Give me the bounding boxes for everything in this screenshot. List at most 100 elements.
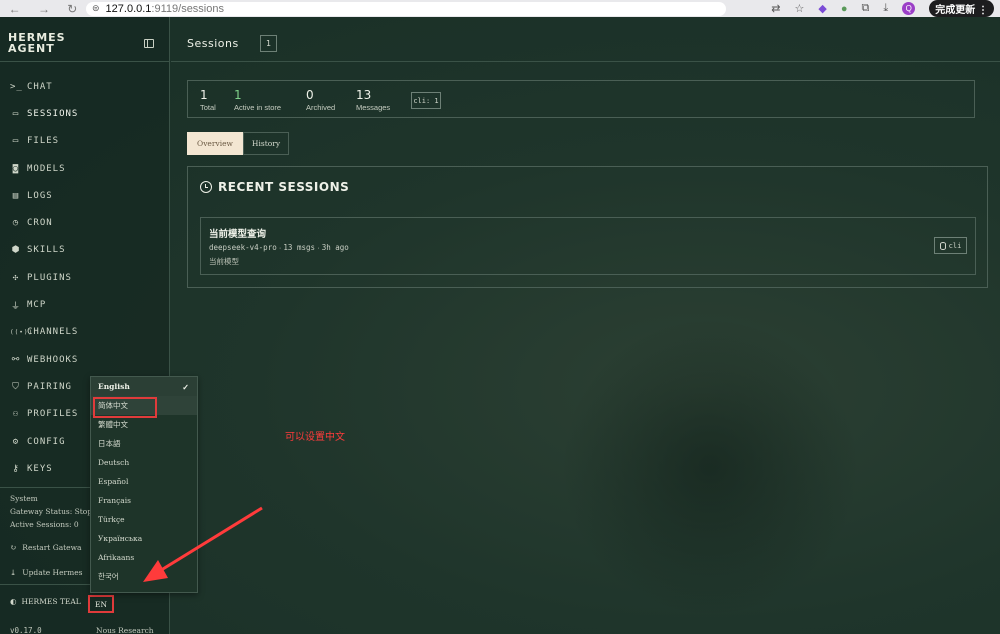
profile-avatar[interactable]: Q [902,2,916,15]
language-option-label: Français [98,496,132,505]
plug-icon: ⏚ [10,301,21,312]
stat-messages-label: Messages [356,103,391,112]
session-time: 3h ago [321,243,349,252]
forward-icon[interactable]: → [38,2,50,16]
file-text-icon: ▤ [12,190,20,201]
stat-total-label: Total [200,103,216,112]
page-title: Sessions [187,37,239,50]
sidebar-item-label: CONFIG [27,436,66,447]
language-option[interactable]: 繁體中文 [91,415,197,434]
message-square-icon: ▭ [12,108,20,119]
language-option[interactable]: Français [91,491,197,510]
sidebar-item-label: KEYS [27,463,53,474]
credit-label: Nous Research [96,626,154,634]
back-icon[interactable]: ← [9,2,21,16]
sidebar-item-logs[interactable]: ▤ LOGS [0,182,170,209]
language-option[interactable]: Español [91,472,197,491]
sidebar-item-files[interactable]: ▭ FILES [0,128,170,155]
language-option-label: 繁體中文 [98,420,128,429]
language-option[interactable]: 简体中文 [91,396,197,418]
language-option[interactable]: 日本語 [91,434,197,453]
gateway-status: Gateway Status: Stop [10,507,93,516]
clock-icon [200,181,212,193]
sidebar-item-cron[interactable]: ◷ CRON [0,209,170,236]
source-count-badge: cli: 1 [411,92,441,109]
sidebar-item-sessions[interactable]: ▭ SESSIONS [0,100,170,127]
extension-icon[interactable]: ◆ [818,2,826,15]
browser-nav: ← → ↻ [0,2,86,16]
brand-logo: HERMES AGENT [8,32,66,54]
restart-gateway-button[interactable]: ↻ Restart Gatewa [10,543,82,552]
sidebar-collapse-icon[interactable] [144,39,154,48]
stat-messages-value: 13 [356,88,372,102]
session-model: deepseek-v4-pro [209,243,277,252]
stat-total: 1 Total [200,88,216,113]
language-option[interactable]: Українська [91,529,197,548]
stat-active: 1 Active in store [234,88,281,113]
language-option[interactable]: Afrikaans [91,548,197,567]
users-icon: ⚇ [12,409,20,420]
language-option-label: Español [98,477,129,486]
site-info-icon[interactable]: ⊜ [92,3,100,14]
language-option[interactable]: 한국어 [91,567,197,586]
brand-line-2: AGENT [8,42,55,55]
theme-switcher[interactable]: ◐ HERMES TEAL [10,597,81,606]
sidebar-item-skills[interactable]: ⬢ SKILLS [0,237,170,264]
database-icon [939,241,946,250]
session-card[interactable]: 当前模型查询 deepseek-v4-pro · 13 msgs · 3h ag… [200,217,976,275]
checkmark-icon: ✓ [182,381,189,392]
system-status: System Gateway Status: Stop Active Sessi… [10,492,92,531]
session-count-badge: 1 [260,35,277,52]
sidebar-item-plugins[interactable]: ✣ PLUGINS [0,264,170,291]
annotation-text: 可以设置中文 [285,432,345,443]
shield-icon: ⛉ [12,381,20,392]
sidebar-item-mcp[interactable]: ⏚ MCP [0,291,170,318]
radio-icon: ((•)) [10,328,34,336]
reload-icon[interactable]: ↻ [67,2,77,16]
language-option-label: 한국어 [98,572,119,581]
sidebar-item-chat[interactable]: >_ CHAT [0,73,170,100]
theme-label: HERMES TEAL [21,597,81,606]
language-menu: English ✓ 简体中文繁體中文日本語 Deutsch Español Françai… [90,376,198,593]
restart-gateway-label: Restart Gatewa [22,543,82,552]
palette-icon: ◐ [10,597,17,606]
language-option-label: 简体中文 [98,401,128,410]
tab-overview[interactable]: Overview [187,132,243,155]
restart-icon: ↻ [10,543,17,552]
stat-archived: 0 Archived [306,89,335,113]
sidebar-item-webhooks[interactable]: ⚯ WEBHOOKS [0,346,170,373]
browser-update-button[interactable]: 完成更新 ⋮ [929,0,994,17]
session-source-badge: cli [934,237,967,254]
tab-history[interactable]: History [243,132,289,155]
webhook-icon: ⚯ [11,354,21,365]
download-icon[interactable]: ⤓ [883,2,888,15]
recent-sessions-heading: RECENT SESSIONS [200,180,349,194]
language-option[interactable]: Deutsch [91,453,197,472]
version-label: v0.17.0 [10,626,42,634]
extension-green-icon[interactable]: ● [841,3,848,15]
sidebar-item-label: PROFILES [27,409,79,420]
language-option-label: Türkçe [98,515,125,524]
sidebar-item-channels[interactable]: ((•)) CHANNELS [0,319,170,346]
address-bar[interactable]: ⊜ 127.0.0.1 :9119/sessions [86,1,726,16]
stat-active-value: 1 [234,88,242,102]
bookmark-star-icon[interactable]: ☆ [794,2,804,15]
session-msg-count: 13 msgs [283,243,316,252]
sidebar-item-models[interactable]: ◙ MODELS [0,155,170,182]
sidebar-item-label: MODELS [27,163,66,174]
recent-sessions-title: RECENT SESSIONS [218,180,350,194]
update-hermes-button[interactable]: ⤓ Update Hermes [10,568,83,577]
sidebar-item-label: WEBHOOKS [27,354,79,365]
language-option-label: Українська [98,534,143,543]
browser-toolbar: ← → ↻ ⊜ 127.0.0.1 :9119/sessions ⇄ ☆ ◆ ●… [0,0,1000,17]
extensions-puzzle-icon[interactable]: ⧉ [861,2,869,15]
translate-icon[interactable]: ⇄ [771,2,780,15]
stats-panel: 1 Total 1 Active in store 0 Archived 13 … [187,80,975,118]
language-option-label: English [98,382,130,391]
language-option[interactable]: Türkçe [91,510,197,529]
tab-bar: Overview History [187,132,289,155]
sidebar-item-label: LOGS [27,190,53,201]
language-option[interactable]: English ✓ [91,377,197,396]
language-button[interactable]: EN [88,595,114,613]
stat-total-value: 1 [200,88,208,102]
